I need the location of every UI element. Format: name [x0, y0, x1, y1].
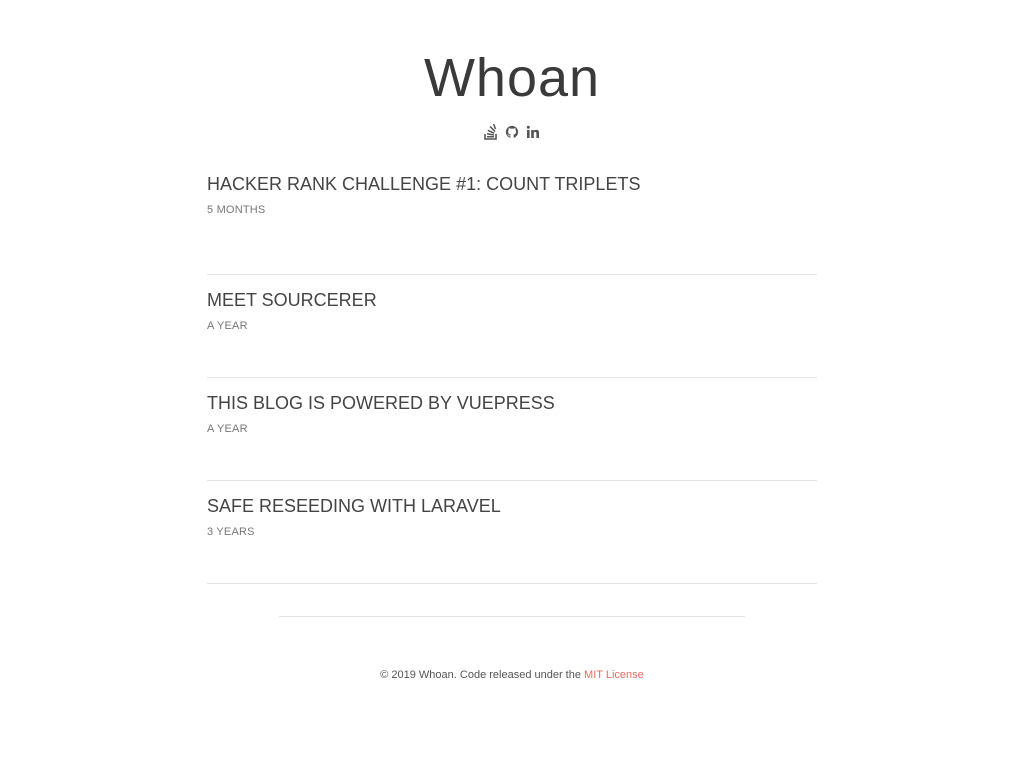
- post-date: 5 MONTHS: [207, 204, 266, 216]
- social-links: [0, 122, 1024, 142]
- footer-text: © 2019 Whoan. Code released under the: [380, 669, 585, 681]
- post-title-link[interactable]: THIS BLOG IS POWERED BY VUEPRESS: [207, 392, 817, 414]
- stack-overflow-link[interactable]: [484, 124, 498, 140]
- linkedin-link[interactable]: [526, 124, 540, 140]
- post-item: MEET SOURCERER A YEAR: [207, 275, 817, 378]
- post-date: A YEAR: [207, 423, 248, 435]
- github-link[interactable]: [505, 124, 519, 140]
- site-footer: © 2019 Whoan. Code released under the MI…: [0, 669, 1024, 681]
- post-title-link[interactable]: MEET SOURCERER: [207, 289, 817, 311]
- post-item: HACKER RANK CHALLENGE #1: COUNT TRIPLETS…: [207, 172, 817, 275]
- site-title[interactable]: Whoan: [0, 0, 1024, 108]
- site-header: Whoan: [0, 0, 1024, 142]
- post-title-link[interactable]: HACKER RANK CHALLENGE #1: COUNT TRIPLETS: [207, 173, 817, 195]
- mit-license-link[interactable]: MIT License: [584, 669, 644, 681]
- post-date: 3 YEARS: [207, 526, 255, 538]
- post-list: HACKER RANK CHALLENGE #1: COUNT TRIPLETS…: [207, 172, 817, 584]
- footer-divider: [279, 616, 745, 617]
- post-title-link[interactable]: SAFE RESEEDING WITH LARAVEL: [207, 495, 817, 517]
- linkedin-icon: [526, 125, 539, 138]
- post-item: THIS BLOG IS POWERED BY VUEPRESS A YEAR: [207, 378, 817, 481]
- stack-overflow-icon: [484, 124, 497, 140]
- post-item: SAFE RESEEDING WITH LARAVEL 3 YEARS: [207, 481, 817, 584]
- github-icon: [505, 125, 519, 138]
- post-date: A YEAR: [207, 320, 248, 332]
